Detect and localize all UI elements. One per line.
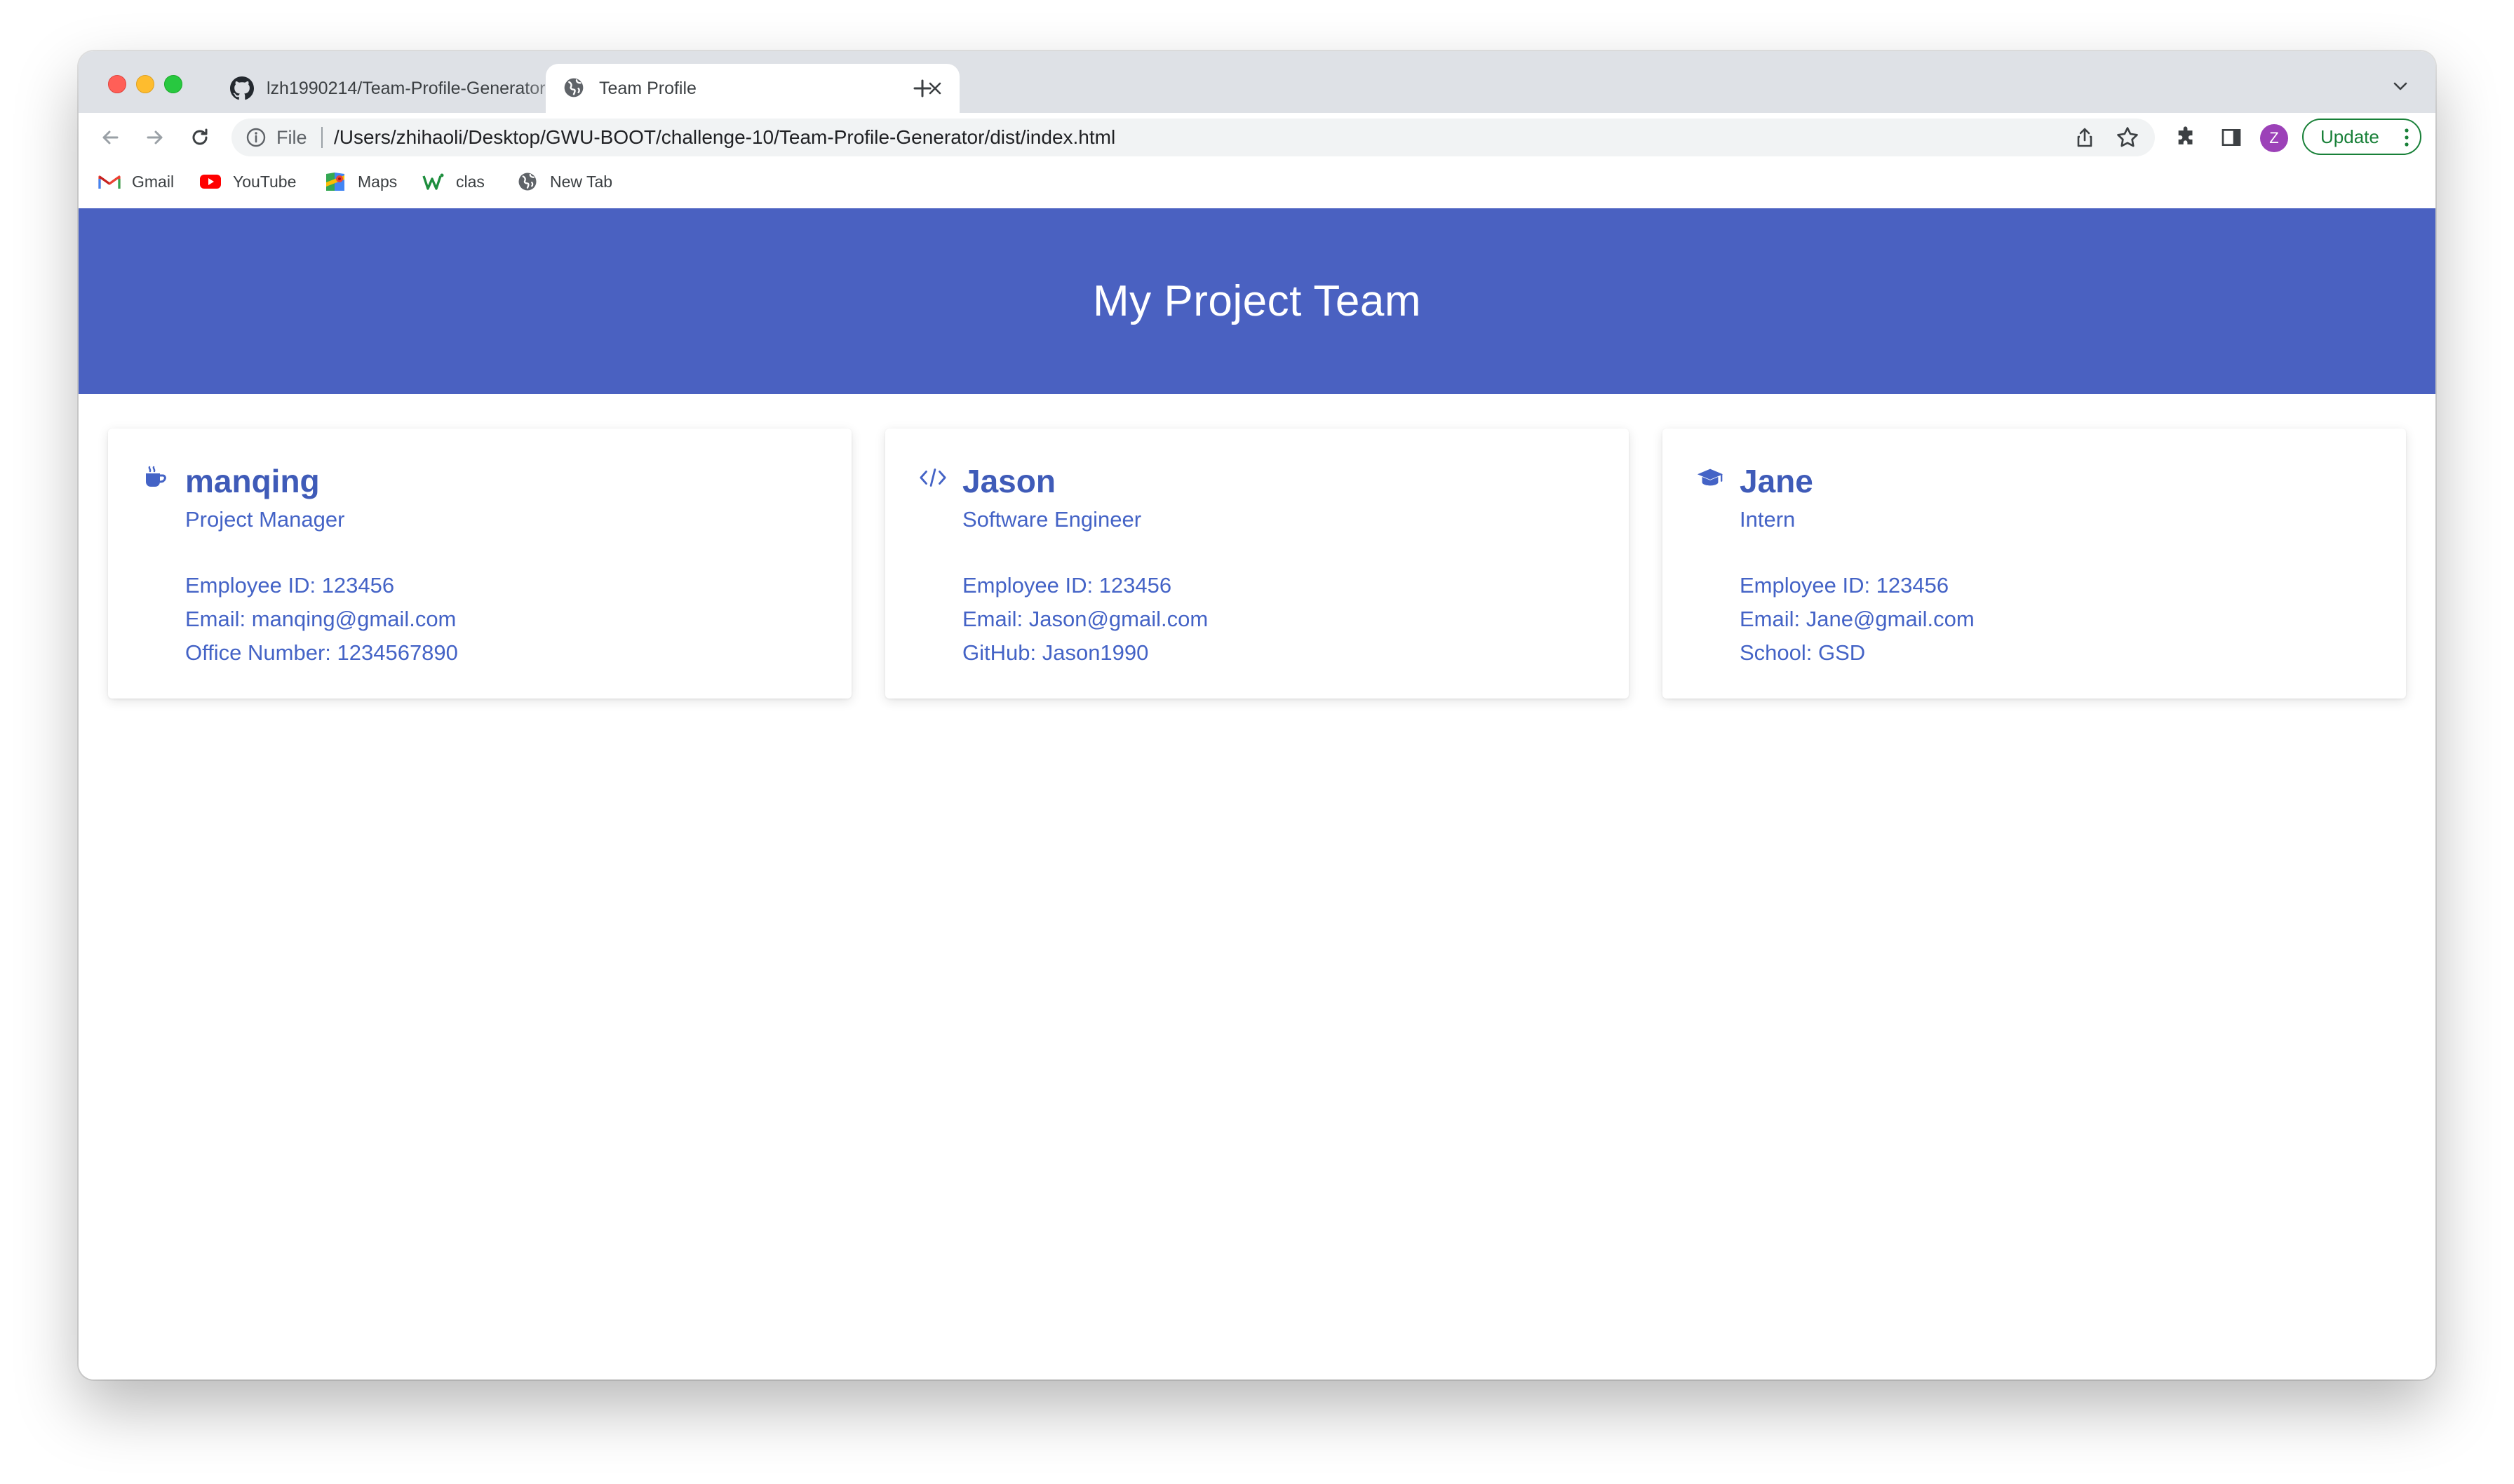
bookmarks-bar: Gmail YouTube Maps clas New Tab: [79, 162, 2435, 203]
extensions-puzzle-icon[interactable]: [2172, 123, 2201, 152]
bookmark-label: Gmail: [132, 172, 175, 191]
side-panel-icon[interactable]: [2217, 123, 2246, 152]
coffee-mug-icon: [142, 464, 170, 492]
zoom-window-button[interactable]: [164, 75, 182, 93]
profile-avatar[interactable]: Z: [2260, 124, 2288, 152]
address-separator: [321, 127, 323, 148]
close-window-button[interactable]: [108, 75, 126, 93]
graduation-cap-icon: [1696, 464, 1724, 492]
employee-id: Employee ID: 123456: [185, 573, 395, 598]
info-icon[interactable]: [246, 127, 267, 148]
chevron-down-icon[interactable]: [2386, 72, 2414, 100]
new-tab-icon[interactable]: [905, 71, 940, 106]
employee-name: Jason: [962, 463, 1056, 499]
bookmark-gmail[interactable]: Gmail: [98, 169, 174, 194]
gmail-icon: [98, 170, 121, 193]
bookmark-youtube[interactable]: YouTube: [199, 169, 296, 194]
more-menu-icon[interactable]: [2405, 128, 2409, 147]
employee-id: Employee ID: 123456: [962, 573, 1172, 598]
employee-card-intern: Jane Intern Employee ID: 123456 Email: J…: [1662, 429, 2406, 699]
employee-email: Email: Jason@gmail.com: [962, 607, 1209, 631]
scheme-label: File: [276, 127, 307, 148]
youtube-icon: [199, 170, 222, 193]
reload-icon[interactable]: [182, 120, 217, 155]
browser-toolbar: File /Users/zhihaoli/Desktop/GWU-BOOT/ch…: [79, 113, 2435, 162]
tab-team-profile[interactable]: Team Profile: [546, 64, 960, 113]
update-button[interactable]: Update: [2302, 119, 2421, 155]
address-bar[interactable]: File /Users/zhihaoli/Desktop/GWU-BOOT/ch…: [231, 119, 2155, 156]
employee-github: GitHub: Jason1990: [962, 640, 1149, 665]
browser-window: lzh1990214/Team-Profile-Generator Team P…: [79, 51, 2435, 1380]
minimize-window-button[interactable]: [136, 75, 154, 93]
employee-school: School: GSD: [1740, 640, 1866, 665]
bookmark-star-icon[interactable]: [2114, 124, 2141, 151]
employee-details: Employee ID: 123456 Email: Jason@gmail.c…: [962, 569, 1208, 670]
share-icon[interactable]: [2072, 125, 2097, 150]
globe-icon: [516, 170, 539, 193]
bookmark-new-tab[interactable]: New Tab: [516, 169, 612, 194]
employee-id: Employee ID: 123456: [1740, 573, 1949, 598]
page-content: My Project Team manqing Project Manager …: [79, 208, 2435, 1380]
bookmark-label: Maps: [358, 172, 398, 191]
globe-icon: [563, 76, 586, 100]
employee-role: Software Engineer: [962, 507, 1142, 532]
bookmark-label: New Tab: [550, 172, 613, 191]
employee-role: Project Manager: [185, 507, 345, 532]
employee-name: manqing: [185, 463, 320, 499]
page-title: My Project Team: [1092, 277, 1422, 325]
employee-email: Email: manqing@gmail.com: [185, 607, 457, 631]
tab-title: lzh1990214/Team-Profile-Generator: [267, 78, 546, 98]
code-icon: [919, 464, 947, 492]
employee-details: Employee ID: 123456 Email: Jane@gmail.co…: [1740, 569, 1975, 670]
employee-details: Employee ID: 123456 Email: manqing@gmail…: [185, 569, 458, 670]
employee-role: Intern: [1740, 507, 1796, 532]
tab-title: Team Profile: [599, 78, 697, 98]
tab-strip: lzh1990214/Team-Profile-Generator Team P…: [79, 51, 2435, 113]
page-header: My Project Team: [79, 208, 2435, 394]
employee-name: Jane: [1740, 463, 1813, 499]
employee-card-manager: manqing Project Manager Employee ID: 123…: [108, 429, 852, 699]
bookmark-maps[interactable]: Maps: [324, 169, 397, 194]
bookmark-clas[interactable]: clas: [422, 169, 485, 194]
forward-arrow-icon[interactable]: [137, 120, 173, 155]
github-icon: [230, 76, 254, 100]
bookmark-label: clas: [456, 172, 485, 191]
url-text[interactable]: /Users/zhihaoli/Desktop/GWU-BOOT/challen…: [334, 126, 1115, 149]
employee-email: Email: Jane@gmail.com: [1740, 607, 1975, 631]
maps-icon: [324, 170, 347, 193]
employee-card-engineer: Jason Software Engineer Employee ID: 123…: [885, 429, 1629, 699]
update-label: Update: [2320, 126, 2379, 147]
w-icon: [422, 170, 445, 193]
bookmark-label: YouTube: [233, 172, 297, 191]
employee-office-number: Office Number: 1234567890: [185, 640, 458, 665]
back-arrow-icon[interactable]: [93, 120, 128, 155]
